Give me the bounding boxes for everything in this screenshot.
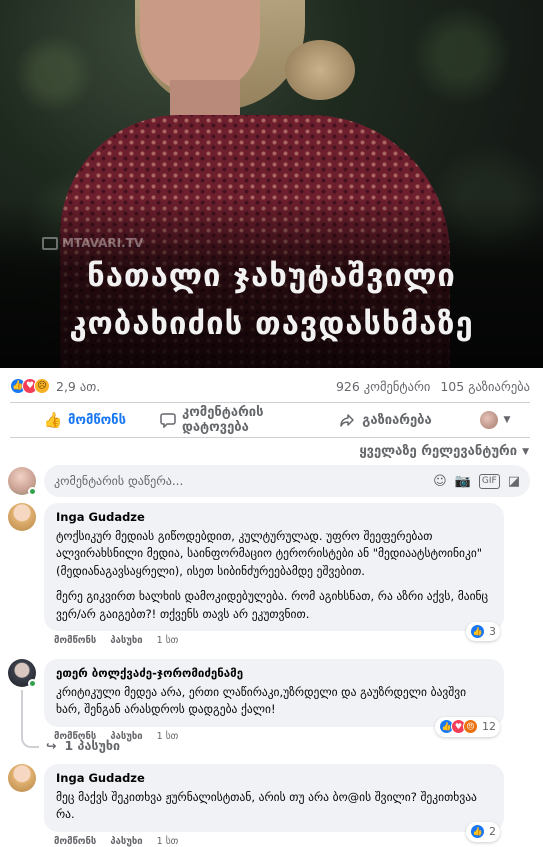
react-as-selector[interactable]: ▼ xyxy=(460,411,530,429)
comment-time[interactable]: 1 სთ xyxy=(157,731,179,742)
emoji-icon[interactable]: ☺ xyxy=(433,474,447,489)
tv-icon xyxy=(42,236,58,250)
comment-input[interactable]: კომენტარის დაწერა... ☺ 📷 GIF ◪ xyxy=(44,465,530,497)
headline-line-2: კობახიძის თავდასხმაზე xyxy=(69,306,474,342)
watermark-text: MTAVARI.TV xyxy=(62,236,144,250)
like-button-label: მომწონს xyxy=(68,412,126,428)
reaction-summary[interactable]: 👍 ♥ ☹ 2,9 ათ. xyxy=(10,378,100,394)
commenter-avatar[interactable] xyxy=(8,659,37,688)
comment-item: ეთერ ბოლქვაძე-ჯორომიძენამე კრიტიკული მედ… xyxy=(8,659,530,742)
share-button[interactable]: გაზიარება xyxy=(310,411,460,429)
comment-author[interactable]: ეთერ ბოლქვაძე-ჯორომიძენამე xyxy=(56,665,492,683)
share-arrow-icon xyxy=(338,411,356,429)
sticker-icon[interactable]: ◪ xyxy=(508,474,520,489)
view-replies-link[interactable]: ↪ 1 პასუხი xyxy=(46,738,120,753)
comment-composer: კომენტარის დაწერა... ☺ 📷 GIF ◪ xyxy=(8,465,530,497)
speech-bubble-icon xyxy=(160,411,176,429)
reply-arrow-icon: ↪ xyxy=(46,738,57,753)
sort-label: ყველაზე რელევანტური xyxy=(359,444,518,459)
post-actions: 👍 მომწონს კომენტარის დატოვება გაზიარება … xyxy=(10,403,530,437)
comment-text: მერე გიკვირთ ხალხის დამოკიდებულება. რომ … xyxy=(56,589,489,621)
thumbs-up-icon: 👍 xyxy=(43,411,63,429)
like-reaction-icon: 👍 xyxy=(470,623,485,639)
comment-meta: მომწონს პასუხი 1 სთ xyxy=(54,836,504,847)
sad-reaction-icon: ☹ xyxy=(34,378,50,394)
profile-avatar-small xyxy=(479,411,498,429)
comment-reply-link[interactable]: პასუხი xyxy=(110,635,142,646)
post-stats: 👍 ♥ ☹ 2,9 ათ. 926 კომენტარი 105 გაზიარებ… xyxy=(10,373,530,399)
share-count[interactable]: 105 გაზიარება xyxy=(440,379,530,394)
comment-reaction-count: 3 xyxy=(489,624,496,638)
comment-author[interactable]: Inga Gudadze xyxy=(56,770,492,788)
camera-icon[interactable]: 📷 xyxy=(455,474,471,489)
post-image[interactable]: MTAVARI.TV ნათალი ჯახუტაშვილი კობახიძის … xyxy=(0,0,543,368)
caret-down-icon: ▼ xyxy=(522,446,529,457)
comment-time[interactable]: 1 სთ xyxy=(157,635,179,646)
comment-sort-dropdown[interactable]: ყველაზე რელევანტური ▼ xyxy=(359,444,529,459)
comment-like-link[interactable]: მომწონს xyxy=(54,836,96,847)
share-button-label: გაზიარება xyxy=(362,412,432,428)
reaction-count[interactable]: 2,9 ათ. xyxy=(56,379,100,394)
comment-like-link[interactable]: მომწონს xyxy=(54,635,96,646)
comment-reactions[interactable]: 👍 3 xyxy=(466,621,500,641)
reply-thread-line xyxy=(21,690,39,748)
comment-meta: მომწონს პასუხი 1 სთ xyxy=(54,635,504,646)
watermark-logo: MTAVARI.TV xyxy=(42,236,143,250)
stats-right: 926 კომენტარი 105 გაზიარება xyxy=(330,379,530,394)
comment-text: კრიტიკული მედეა არა, ერთი ლაწირაკი,უზრდე… xyxy=(56,684,467,717)
comment-reactions[interactable]: 👍 2 xyxy=(466,822,500,842)
comment-time[interactable]: 1 სთ xyxy=(157,836,179,847)
caret-down-icon: ▼ xyxy=(503,415,511,425)
comment-reactions[interactable]: 👍 ♥ 😠 12 xyxy=(435,717,500,737)
comment-bubble: ეთერ ბოლქვაძე-ჯორომიძენამე კრიტიკული მედ… xyxy=(44,659,504,737)
online-indicator xyxy=(28,487,37,496)
comment-button[interactable]: კომენტარის დატოვება xyxy=(160,405,310,435)
headline-line-1: ნათალი ჯახუტაშვილი xyxy=(87,258,456,294)
composer-icons: ☺ 📷 GIF ◪ xyxy=(433,473,520,489)
replies-count: 1 პასუხი xyxy=(64,738,121,753)
commenter-avatar[interactable] xyxy=(8,764,36,792)
comment-author[interactable]: Inga Gudadze xyxy=(56,509,492,527)
commenter-avatar[interactable] xyxy=(8,503,36,531)
comment-reply-link[interactable]: პასუხი xyxy=(110,836,142,847)
comment-reaction-count: 2 xyxy=(489,825,496,838)
comment-button-label: კომენტარის დატოვება xyxy=(182,405,264,435)
current-user-avatar[interactable] xyxy=(8,467,37,496)
like-button[interactable]: 👍 მომწონს xyxy=(10,411,160,429)
like-reaction-icon: 👍 xyxy=(470,824,485,840)
gif-icon[interactable]: GIF xyxy=(478,473,500,489)
comment-bubble: Inga Gudadze ტოქსიკურ მედიას გიწოდებდით,… xyxy=(44,503,504,641)
comment-reaction-count: 12 xyxy=(482,720,496,733)
angry-reaction-icon: 😠 xyxy=(463,719,478,735)
comment-text: მეც მაქვს შეკითხვა ჟურნალისტთან, არის თუ… xyxy=(56,789,477,822)
divider xyxy=(10,437,530,438)
comment-input-placeholder: კომენტარის დაწერა... xyxy=(54,474,184,488)
photo-hair-bun xyxy=(285,40,355,100)
online-indicator xyxy=(28,679,37,688)
comment-text: ტოქსიკურ მედიას გიწოდებდით, კულტურულად. … xyxy=(56,528,483,578)
comment-item: Inga Gudadze მეც მაქვს შეკითხვა ჟურნალის… xyxy=(8,764,530,847)
comment-item: Inga Gudadze ტოქსიკურ მედიას გიწოდებდით,… xyxy=(8,503,530,646)
comment-count[interactable]: 926 კომენტარი xyxy=(336,379,430,394)
comment-bubble: Inga Gudadze მეც მაქვს შეკითხვა ჟურნალის… xyxy=(44,764,504,842)
